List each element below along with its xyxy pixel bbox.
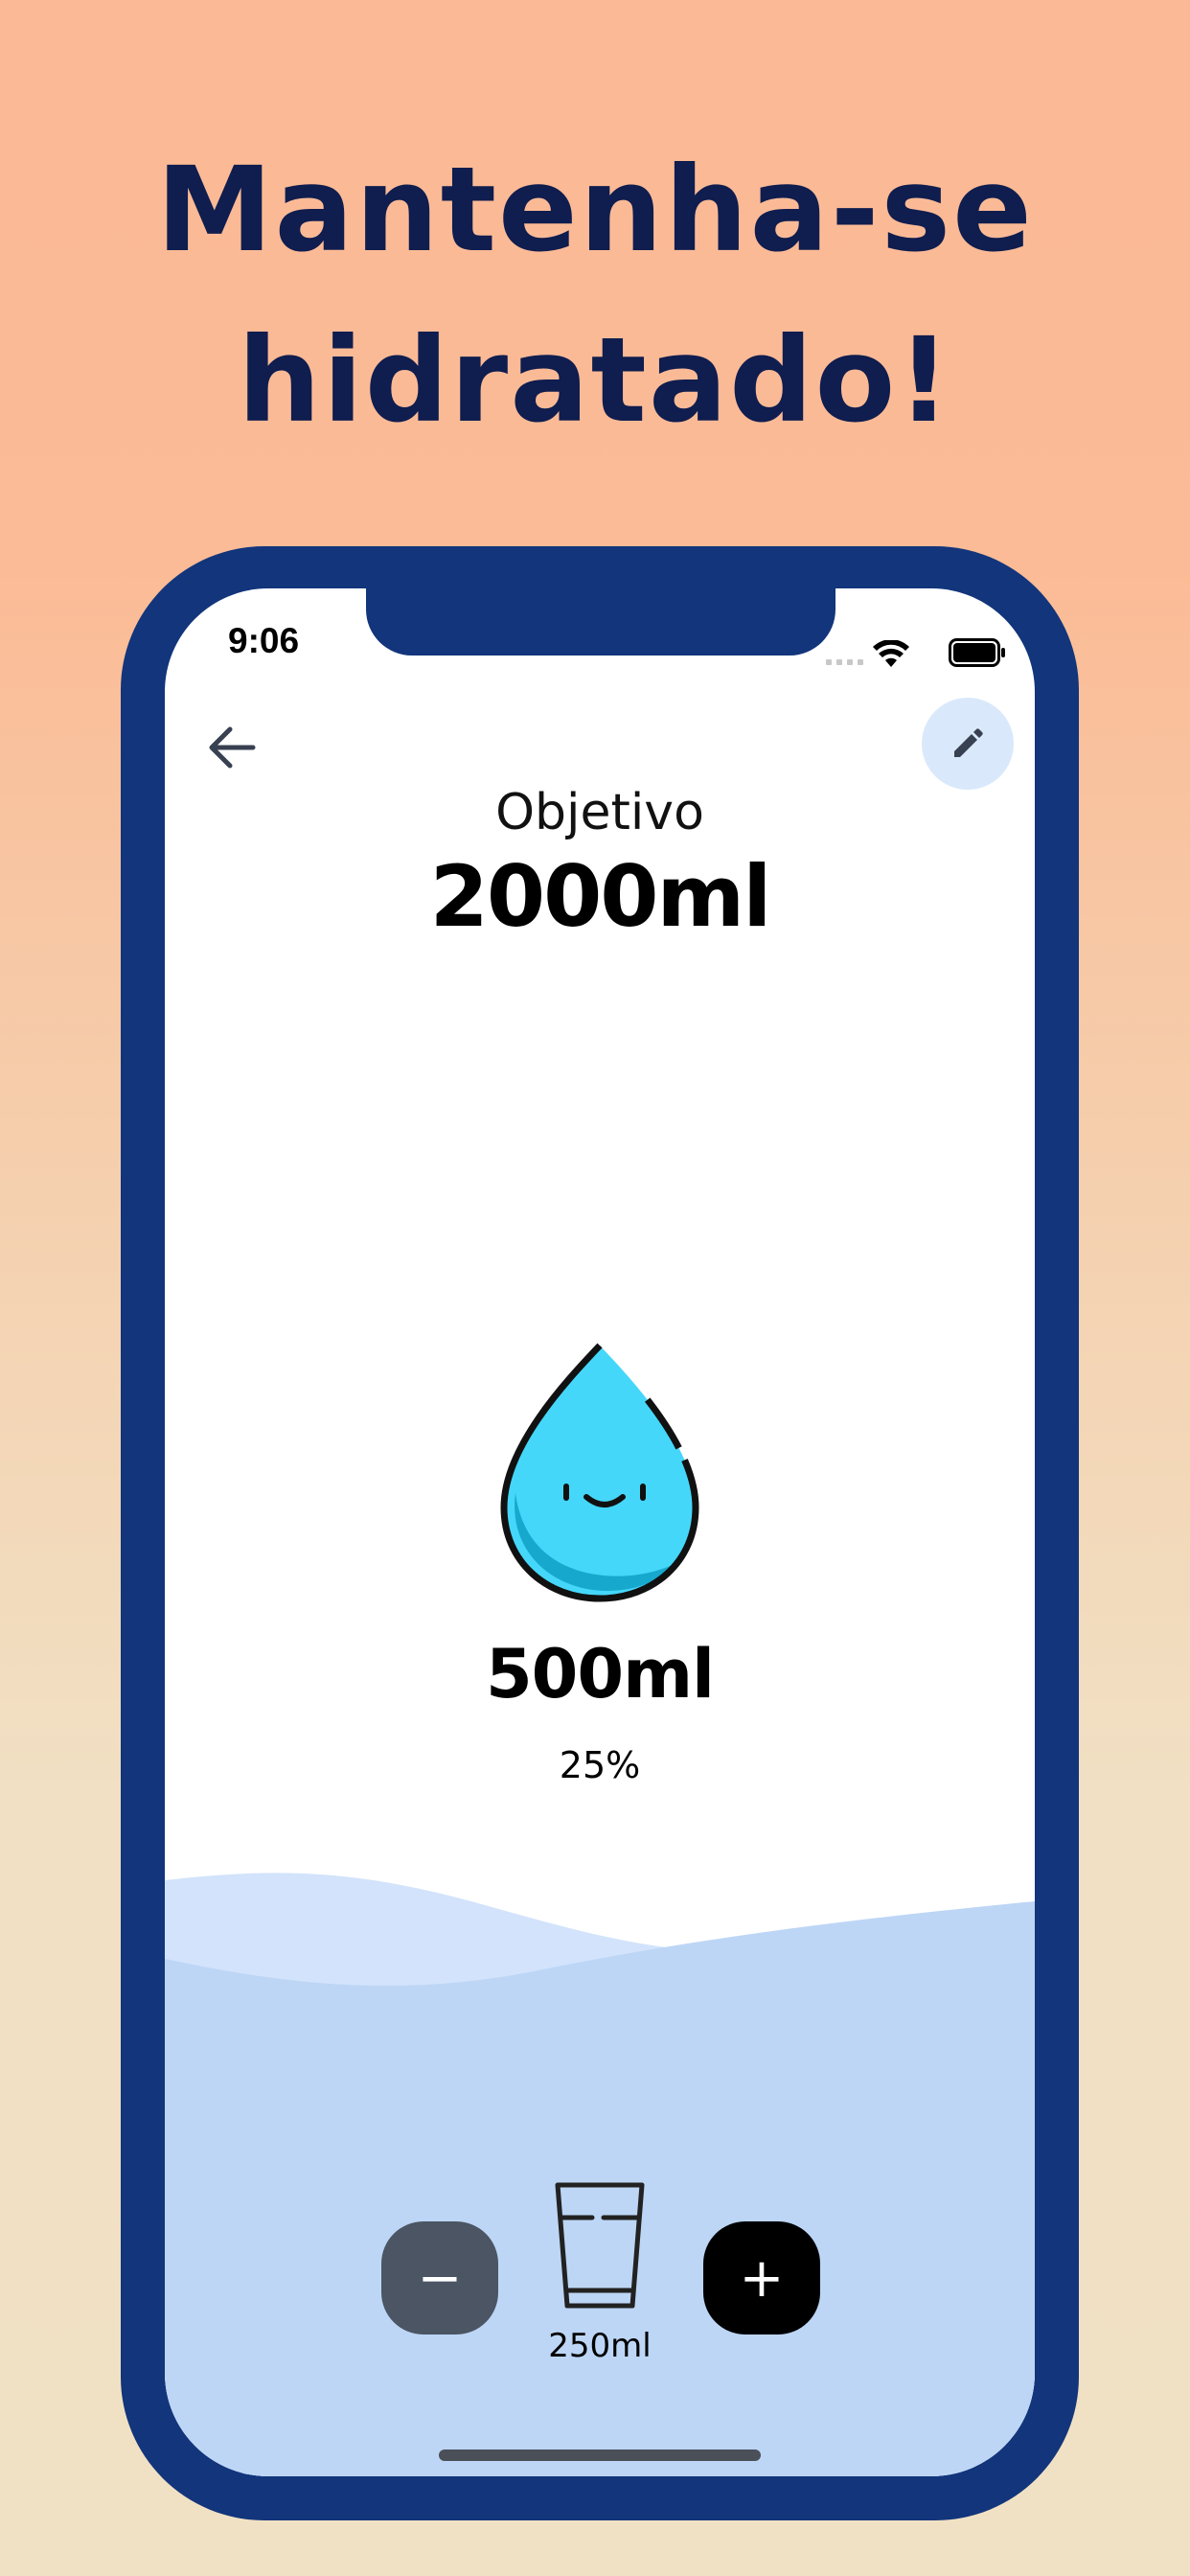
battery-icon bbox=[949, 638, 1005, 667]
notch bbox=[366, 588, 835, 656]
increase-button[interactable]: + bbox=[703, 2221, 820, 2334]
minus-icon: − bbox=[417, 2246, 463, 2310]
arrow-left-icon bbox=[209, 726, 256, 769]
plus-icon: + bbox=[739, 2246, 785, 2310]
goal-label: Objetivo bbox=[495, 784, 704, 841]
edit-goal-button[interactable] bbox=[922, 698, 1014, 790]
water-drop-icon bbox=[500, 1342, 699, 1602]
status-time: 9:06 bbox=[228, 621, 300, 660]
wifi-icon bbox=[873, 640, 909, 667]
signal-icon bbox=[826, 659, 863, 665]
glass-size-label: 250ml bbox=[548, 2327, 652, 2365]
decrease-button[interactable]: − bbox=[381, 2221, 498, 2334]
headline-line-1: Mantenha-se bbox=[156, 142, 1034, 278]
goal-value: 2000ml bbox=[429, 847, 772, 946]
consumed-amount: 500ml bbox=[485, 1635, 715, 1714]
headline-line-2: hidratado! bbox=[238, 312, 952, 448]
glass-icon bbox=[555, 2182, 645, 2309]
status-icons bbox=[814, 623, 1006, 667]
phone-screen: 9:06 Objetivo 2000ml 500ml 25% − 250ml + bbox=[165, 588, 1035, 2476]
pencil-icon bbox=[954, 728, 983, 757]
progress-percent: 25% bbox=[559, 1744, 641, 1786]
back-button[interactable] bbox=[197, 713, 266, 782]
home-indicator[interactable] bbox=[439, 2450, 761, 2461]
water-level-waves bbox=[165, 1873, 1035, 2476]
headline: Mantenha-se hidratado! bbox=[0, 125, 1190, 466]
